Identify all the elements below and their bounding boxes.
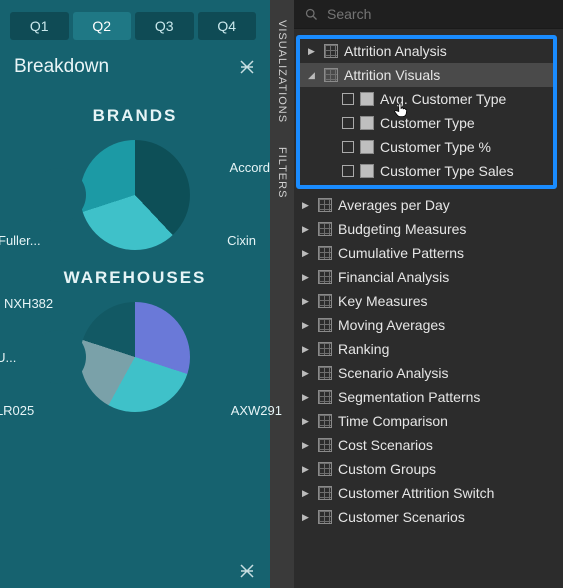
checkbox[interactable] (342, 165, 354, 177)
breakdown-title: Breakdown (14, 56, 109, 78)
field-customer-type[interactable]: Customer Type (334, 111, 553, 135)
wh-label-axw: AXW291 (231, 403, 282, 418)
field-customer-type-pct[interactable]: Customer Type % (334, 135, 553, 159)
tab-q1[interactable]: Q1 (10, 12, 69, 40)
column-icon (360, 164, 374, 178)
group-time-comparison[interactable]: ▶Time Comparison (294, 409, 563, 433)
report-pane: Q1 Q2 Q3 Q4 Breakdown BRANDS Accord Cixi… (0, 0, 270, 588)
section-warehouses-title: WAREHOUSES (4, 268, 266, 288)
column-icon (360, 92, 374, 106)
table-icon (318, 438, 332, 452)
drill-icon[interactable] (238, 58, 256, 76)
wh-label-flr: FLR025 (0, 403, 34, 418)
search-input[interactable] (327, 6, 553, 22)
warehouses-donut[interactable]: NXH382 GU... FLR025 AXW291 (4, 302, 266, 412)
table-icon (318, 390, 332, 404)
column-icon (360, 140, 374, 154)
table-icon (318, 342, 332, 356)
highlight-box: ▶ Attrition Analysis ◢ Attrition Visuals… (296, 35, 557, 189)
group-scenario-analysis[interactable]: ▶Scenario Analysis (294, 361, 563, 385)
brand-label-accord: Accord (230, 160, 270, 175)
group-attrition-visuals[interactable]: ◢ Attrition Visuals (300, 63, 553, 87)
side-pane: VISUALIZATIONS FILTERS ▶ Attrition Analy… (270, 0, 563, 588)
vertical-tabs: VISUALIZATIONS FILTERS (270, 0, 294, 588)
drill-icon-bottom[interactable] (238, 562, 256, 580)
checkbox[interactable] (342, 141, 354, 153)
table-icon (318, 222, 332, 236)
group-custom-groups[interactable]: ▶Custom Groups (294, 457, 563, 481)
group-customer-attrition-switch[interactable]: ▶Customer Attrition Switch (294, 481, 563, 505)
table-icon (318, 246, 332, 260)
tab-q2[interactable]: Q2 (73, 12, 132, 40)
attrition-visuals-children: Avg. Customer Type Customer Type Custome… (300, 87, 553, 183)
group-key-measures[interactable]: ▶Key Measures (294, 289, 563, 313)
group-averages-per-day[interactable]: ▶Averages per Day (294, 193, 563, 217)
table-icon (318, 414, 332, 428)
wh-label-gu: GU... (0, 350, 16, 365)
tab-q4[interactable]: Q4 (198, 12, 257, 40)
fields-list: ▶ Attrition Analysis ◢ Attrition Visuals… (294, 0, 563, 588)
table-icon (318, 198, 332, 212)
group-budgeting-measures[interactable]: ▶Budgeting Measures (294, 217, 563, 241)
group-customer-scenarios[interactable]: ▶Customer Scenarios (294, 505, 563, 529)
vtab-filters[interactable]: FILTERS (276, 141, 288, 216)
vtab-visualizations[interactable]: VISUALIZATIONS (276, 14, 288, 141)
group-ranking[interactable]: ▶Ranking (294, 337, 563, 361)
table-icon (318, 486, 332, 500)
group-financial-analysis[interactable]: ▶Financial Analysis (294, 265, 563, 289)
group-segmentation-patterns[interactable]: ▶Segmentation Patterns (294, 385, 563, 409)
table-icon (318, 318, 332, 332)
brands-donut[interactable]: Accord Cixin Fuller... (4, 140, 266, 250)
brand-label-fuller: Fuller... (0, 233, 41, 248)
table-icon (318, 510, 332, 524)
table-icon (318, 270, 332, 284)
fields-search (294, 0, 563, 29)
column-icon (360, 116, 374, 130)
table-icon (324, 44, 338, 58)
quarter-tabs: Q1 Q2 Q3 Q4 (10, 12, 260, 40)
checkbox[interactable] (342, 117, 354, 129)
checkbox[interactable] (342, 93, 354, 105)
field-avg-customer-type[interactable]: Avg. Customer Type (334, 87, 553, 111)
tab-q3[interactable]: Q3 (135, 12, 194, 40)
search-icon (304, 7, 319, 22)
table-icon (324, 68, 338, 82)
table-icon (318, 366, 332, 380)
group-moving-averages[interactable]: ▶Moving Averages (294, 313, 563, 337)
section-brands-title: BRANDS (4, 106, 266, 126)
table-icon (318, 462, 332, 476)
group-cumulative-patterns[interactable]: ▶Cumulative Patterns (294, 241, 563, 265)
table-icon (318, 294, 332, 308)
breakdown-header: Breakdown (4, 50, 266, 88)
fields-tree: ▶ Attrition Analysis ◢ Attrition Visuals… (294, 29, 563, 529)
brand-label-cixin: Cixin (227, 233, 256, 248)
group-cost-scenarios[interactable]: ▶Cost Scenarios (294, 433, 563, 457)
group-attrition-analysis[interactable]: ▶ Attrition Analysis (300, 39, 553, 63)
field-customer-type-sales[interactable]: Customer Type Sales (334, 159, 553, 183)
wh-label-nxh: NXH382 (4, 296, 53, 311)
